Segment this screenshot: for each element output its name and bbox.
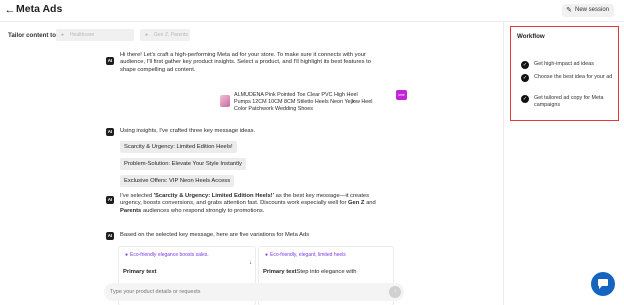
audience-chip-1[interactable]: ● Healthcare	[56, 29, 134, 41]
variation-heading: Primary textStep into elegance with	[263, 269, 356, 275]
tailor-row: Tailor content to: ● Healthcare ● Gen Z,…	[0, 27, 503, 45]
new-session-label: New session	[574, 7, 609, 13]
intro-message: Hi there! Let's craft a high-performing …	[120, 52, 371, 73]
audience-icon: ●	[145, 32, 149, 38]
audience-icon: ●	[61, 32, 65, 38]
audience-parents: Parents	[120, 207, 142, 214]
new-session-icon: ✎	[566, 7, 572, 14]
workflow-title: Workflow	[517, 33, 545, 40]
check-icon: ✓	[521, 74, 529, 82]
variation-heading-label: Primary text	[123, 269, 157, 275]
variation-tag: ● Eco-friendly elegance boosts sales.	[125, 252, 209, 258]
chat-input[interactable]	[110, 286, 380, 298]
chat-support-button[interactable]	[591, 272, 615, 296]
workflow-panel: Workflow ✓ Get high-impact ad ideas ✓ Ch…	[510, 26, 619, 121]
variations-intro: Based on the selected key message, here …	[120, 232, 310, 238]
chat-bubble-icon	[598, 279, 608, 289]
assistant-avatar-icon: AI	[106, 196, 114, 204]
workflow-step-label: Get high-impact ad ideas	[534, 61, 594, 67]
selected-text: and	[364, 200, 376, 207]
selected-text: audiences who respond strongly to promot…	[141, 207, 265, 214]
audience-chip-2[interactable]: ● Gen Z, Parents	[140, 29, 190, 41]
new-session-button[interactable]: ✎ New session	[562, 4, 614, 17]
assistant-avatar-icon: AI	[106, 57, 114, 65]
leaf-icon: ●	[125, 252, 129, 258]
back-arrow-icon[interactable]: ←	[4, 4, 16, 16]
selected-key-message: 'Scarcity & Urgency: Limited Edition Hee…	[153, 193, 274, 199]
page-title: Meta Ads	[16, 3, 63, 15]
chat-input-bar: ↑	[104, 283, 404, 301]
tailor-label: Tailor content to:	[8, 32, 59, 39]
variation-heading-label: Primary text	[263, 269, 297, 275]
product-badge: sme	[396, 90, 407, 100]
workflow-step-label: Choose the best idea for your ad	[534, 74, 613, 80]
assistant-avatar-icon: AI	[106, 232, 114, 240]
leaf-icon: ●	[265, 252, 269, 258]
send-arrow-icon[interactable]: ↑	[389, 286, 401, 298]
external-link-icon[interactable]: ↗	[350, 99, 355, 106]
check-icon: ✓	[521, 61, 529, 69]
variation-tag-label: Eco-friendly elegance boosts sales.	[130, 252, 209, 258]
variation-body: Step into elegance with	[296, 269, 357, 275]
audience-chip-1-label: Healthcare	[70, 32, 95, 38]
selected-message: I've selected 'Scarcity & Urgency: Limit…	[120, 193, 388, 215]
selected-text: I've selected	[120, 193, 154, 199]
chat-area: AI Hi there! Let's craft a high-performi…	[0, 45, 503, 305]
arrow-down-icon: ↓	[249, 260, 252, 266]
audience-gen-z: Gen Z	[348, 200, 365, 207]
key-message-chip[interactable]: Scarcity & Urgency: Limited Edition Heel…	[120, 141, 237, 153]
key-message-chip[interactable]: Problem-Solution: Elevate Your Style Ins…	[120, 158, 246, 170]
key-intro-message: Using insights, I've crafted three key m…	[120, 128, 256, 134]
right-sidebar: Workflow ✓ Get high-impact ad ideas ✓ Ch…	[503, 22, 624, 305]
assistant-avatar-icon: AI	[106, 128, 114, 136]
top-bar: ← Meta Ads ✎ New session	[0, 0, 624, 22]
workflow-step-label: Get tailored ad copy for Meta campaigns	[534, 95, 604, 109]
key-message-chip[interactable]: Exclusive Offers: VIP Neon Heels Access	[120, 175, 235, 187]
product-thumbnail	[220, 95, 230, 107]
variation-tag: ● Eco-friendly, elegant, limited heels	[265, 252, 346, 258]
variation-tag-label: Eco-friendly, elegant, limited heels	[270, 252, 346, 258]
check-icon: ✓	[521, 95, 529, 103]
variation-heading: Primary text	[123, 269, 157, 275]
selected-product-card[interactable]: ALMUDENA Pink Pointed Toe Clear PVC High…	[218, 90, 407, 118]
audience-chip-2-label: Gen Z, Parents	[154, 32, 188, 38]
